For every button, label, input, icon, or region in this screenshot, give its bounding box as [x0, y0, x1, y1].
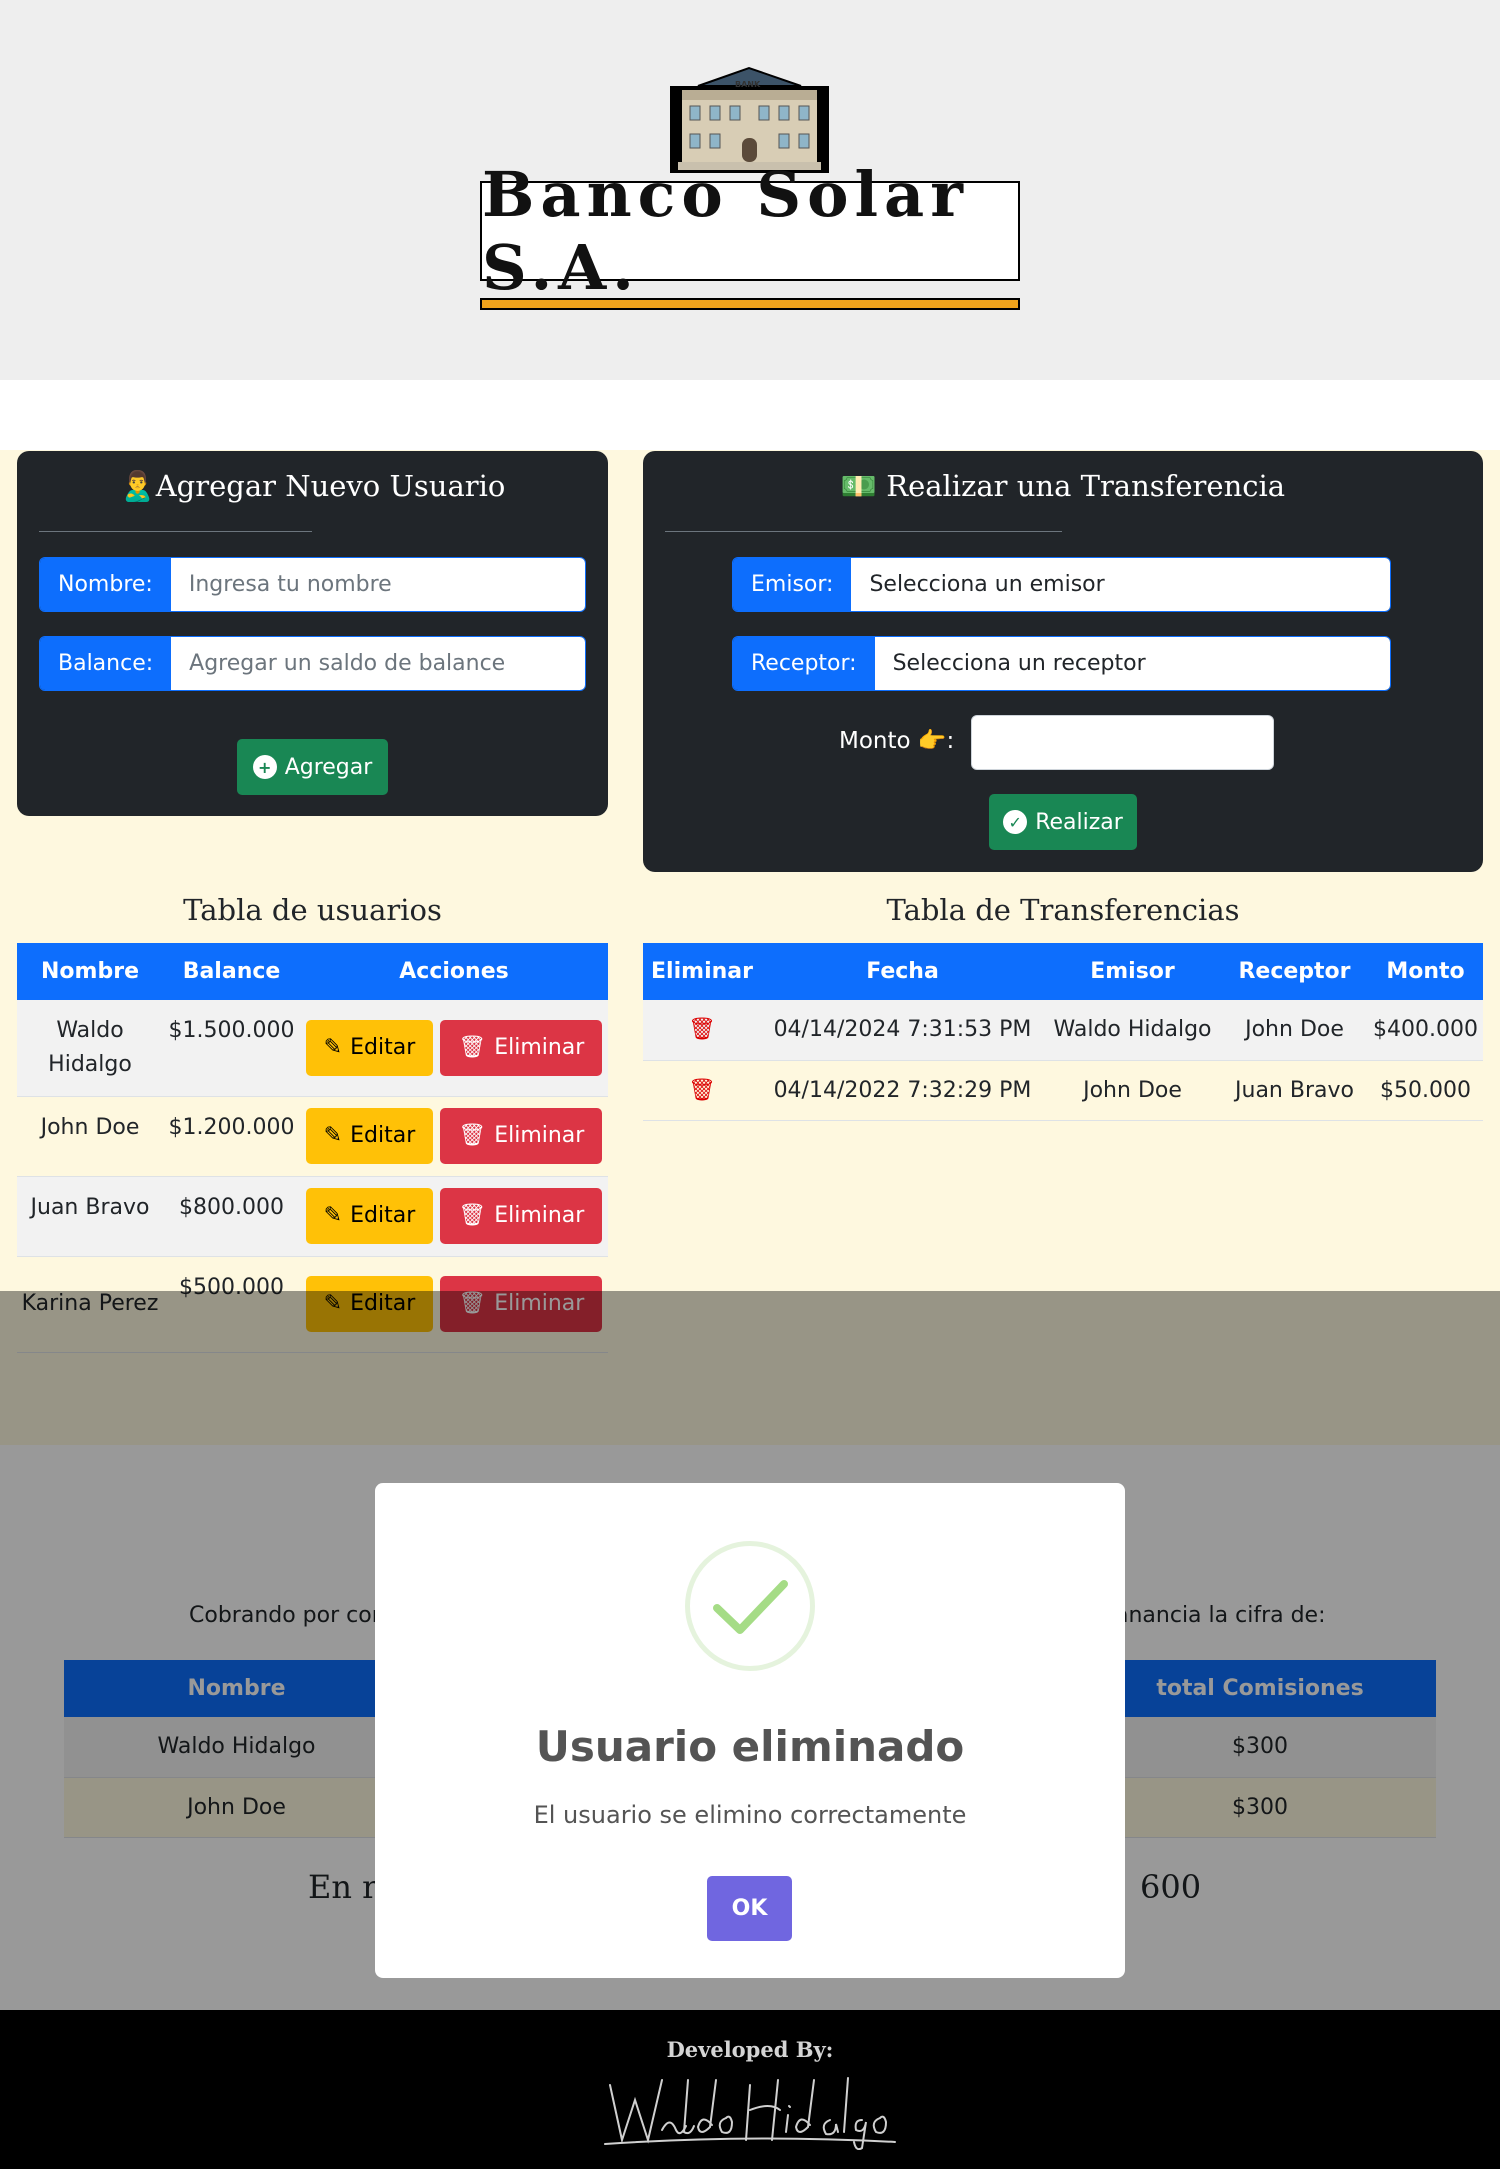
- delete-transfer-cell: 🗑: [643, 1060, 761, 1121]
- transfer-date: 04/14/2024 7:31:53 PM: [761, 1000, 1044, 1061]
- name-label: Nombre:: [40, 558, 171, 611]
- delete-transfer-cell: 🗑: [643, 1000, 761, 1061]
- table-row: Juan Bravo $800.000 ✎ Editar 🗑 Eliminar: [17, 1176, 608, 1257]
- balance-input-group: Balance: Agregar un saldo de balance: [39, 636, 586, 691]
- transfer-amount: $400.000: [1368, 1000, 1483, 1061]
- users-table-title: Tabla de usuarios: [183, 893, 442, 927]
- add-user-button[interactable]: + Agregar: [237, 739, 388, 795]
- column-header: Nombre: [17, 943, 163, 1000]
- sender-label: Emisor:: [733, 558, 852, 611]
- actions-cell: ✎ Editar 🗑 Eliminar: [300, 1096, 608, 1177]
- transfer-submit-button[interactable]: ✓ Realizar: [989, 794, 1137, 850]
- money-icon: 💵: [840, 469, 878, 503]
- success-check-icon: [685, 1541, 815, 1671]
- transfer-receiver: Juan Bravo: [1221, 1060, 1368, 1121]
- trash-icon: 🗑: [458, 1034, 487, 1060]
- edit-button[interactable]: ✎ Editar: [305, 1108, 434, 1164]
- transfer-amount: $50.000: [1368, 1060, 1483, 1121]
- delete-button[interactable]: 🗑 Eliminar: [440, 1108, 603, 1164]
- user-name: Waldo Hidalgo: [17, 1000, 163, 1097]
- receiver-label: Receptor:: [733, 637, 875, 690]
- user-balance: $1.500.000: [163, 1000, 300, 1097]
- column-header: Eliminar: [643, 943, 761, 1000]
- dialog-message: El usuario se elimino correctamente: [533, 1801, 967, 1829]
- brand-underline: [480, 298, 1020, 310]
- user-balance: $800.000: [163, 1176, 300, 1257]
- table-header-row: Eliminar Fecha Emisor Receptor Monto: [643, 943, 1483, 1000]
- column-header: Receptor: [1221, 943, 1368, 1000]
- column-header: Emisor: [1044, 943, 1221, 1000]
- table-row: 🗑 04/14/2022 7:32:29 PM John Doe Juan Br…: [643, 1060, 1483, 1121]
- signature-image: [604, 2077, 896, 2150]
- add-user-card: 🙎‍♂️Agregar Nuevo Usuario Nombre: Ingres…: [17, 451, 608, 816]
- success-dialog: Usuario eliminado El usuario se elimino …: [375, 1483, 1125, 1978]
- user-balance: $1.200.000: [163, 1096, 300, 1177]
- name-input-group: Nombre: Ingresa tu nombre: [39, 557, 586, 612]
- plus-circle-icon: +: [252, 755, 277, 779]
- column-header: Monto: [1368, 943, 1483, 1000]
- delete-button[interactable]: 🗑 Eliminar: [440, 1019, 603, 1076]
- pencil-icon: ✎: [323, 1203, 343, 1228]
- table-row: 🗑 04/14/2024 7:31:53 PM Waldo Hidalgo Jo…: [643, 1000, 1483, 1061]
- column-header: Acciones: [300, 943, 608, 1000]
- add-user-title: 🙎‍♂️Agregar Nuevo Usuario: [119, 469, 506, 503]
- sender-select[interactable]: Selecciona un emisor: [851, 558, 1390, 611]
- developed-by-label: Developed By:: [666, 2037, 834, 2062]
- transfer-date: 04/14/2022 7:32:29 PM: [761, 1060, 1044, 1121]
- check-circle-icon: ✓: [1003, 810, 1028, 834]
- edit-button[interactable]: ✎ Editar: [305, 1188, 434, 1244]
- trash-icon[interactable]: 🗑: [688, 1078, 716, 1103]
- brand-title: Banco Solar S.A.: [480, 158, 1020, 304]
- trash-icon: 🗑: [458, 1123, 487, 1148]
- receiver-select[interactable]: Selecciona un receptor: [874, 637, 1390, 690]
- trash-icon[interactable]: 🗑: [688, 1017, 716, 1042]
- ok-button[interactable]: OK: [707, 1876, 792, 1941]
- user-name: John Doe: [17, 1096, 163, 1177]
- divider: [39, 531, 312, 532]
- transfers-table-title: Tabla de Transferencias: [886, 893, 1240, 927]
- sender-select-group: Emisor: Selecciona un emisor: [732, 557, 1391, 612]
- transfer-sender: Waldo Hidalgo: [1044, 1000, 1221, 1061]
- pencil-icon: ✎: [323, 1123, 343, 1148]
- edit-button[interactable]: ✎ Editar: [305, 1019, 434, 1076]
- trash-icon: 🗑: [458, 1203, 487, 1228]
- bank-icon-label: BANK: [735, 80, 761, 89]
- transfer-sender: John Doe: [1044, 1060, 1221, 1121]
- transfer-title: 💵 Realizar una Transferencia: [840, 469, 1286, 503]
- balance-input[interactable]: Agregar un saldo de balance: [171, 637, 585, 690]
- table-header-row: Nombre Balance Acciones: [17, 943, 608, 1000]
- actions-cell: ✎ Editar 🗑 Eliminar: [300, 1176, 608, 1257]
- transfer-card: 💵 Realizar una Transferencia Emisor: Sel…: [643, 451, 1483, 872]
- pencil-icon: ✎: [323, 1034, 343, 1060]
- amount-label: Monto 👉:: [839, 728, 955, 754]
- user-name: Juan Bravo: [17, 1176, 163, 1257]
- transfers-table: Eliminar Fecha Emisor Receptor Monto 🗑 0…: [643, 943, 1483, 1121]
- transfer-receiver: John Doe: [1221, 1000, 1368, 1061]
- user-icon: 🙎‍♂️: [119, 469, 156, 503]
- delete-button[interactable]: 🗑 Eliminar: [440, 1188, 603, 1244]
- receiver-select-group: Receptor: Selecciona un receptor: [732, 636, 1391, 691]
- dialog-title: Usuario eliminado: [535, 1722, 965, 1771]
- name-input[interactable]: Ingresa tu nombre: [170, 558, 585, 611]
- actions-cell: ✎ Editar 🗑 Eliminar: [300, 1000, 608, 1097]
- table-row: John Doe $1.200.000 ✎ Editar 🗑 Eliminar: [17, 1096, 608, 1177]
- balance-label: Balance:: [40, 637, 172, 690]
- divider: [665, 531, 1062, 532]
- column-header: Fecha: [761, 943, 1044, 1000]
- column-header: Balance: [163, 943, 300, 1000]
- table-row: Waldo Hidalgo $1.500.000 ✎ Editar 🗑 Elimina…: [17, 1000, 608, 1097]
- amount-input[interactable]: [971, 715, 1274, 770]
